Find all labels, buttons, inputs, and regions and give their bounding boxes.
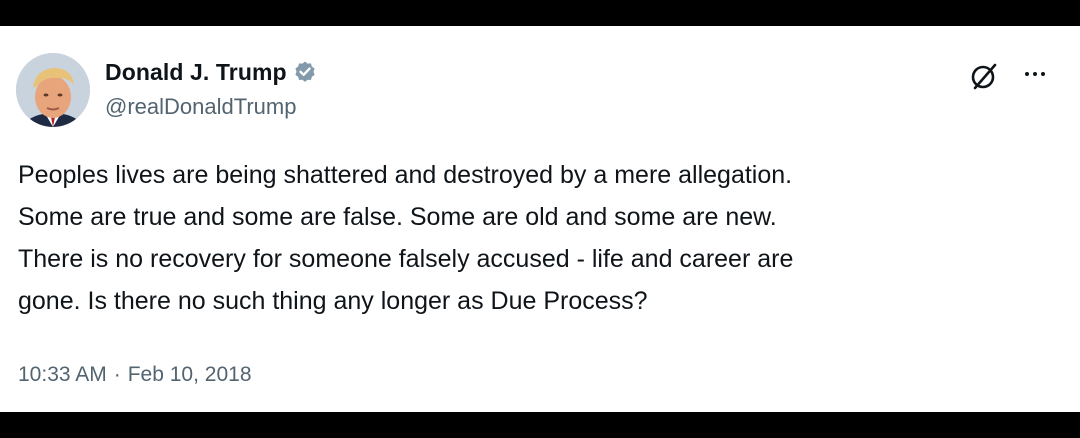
tweet-date[interactable]: Feb 10, 2018 [128, 363, 252, 387]
verified-badge-icon[interactable] [293, 60, 317, 84]
more-dot [1041, 72, 1045, 76]
tweet-text-line: There is no recovery for someone falsely… [18, 245, 794, 273]
tweet-card: Donald J. Trump @realDonaldTrump Peoples… [0, 26, 1080, 412]
tweet-time[interactable]: 10:33 AM [18, 363, 107, 387]
avatar[interactable] [16, 53, 90, 127]
tweet-text: Peoples lives are being shattered and de… [18, 154, 1058, 322]
grok-icon[interactable] [968, 60, 1000, 92]
author-handle[interactable]: @realDonaldTrump [105, 94, 296, 120]
tweet-text-line: Some are true and some are false. Some a… [18, 203, 777, 231]
display-name[interactable]: Donald J. Trump [105, 59, 287, 86]
author-name-row: Donald J. Trump [105, 57, 317, 87]
more-dot [1025, 72, 1029, 76]
meta-separator: · [113, 363, 121, 386]
more-options-icon[interactable] [1020, 62, 1050, 86]
more-dot [1033, 72, 1037, 76]
tweet-timestamp[interactable]: 10:33 AM · Feb 10, 2018 [18, 363, 252, 387]
avatar-image [16, 53, 90, 127]
tweet-text-line: gone. Is there no such thing any longer … [18, 287, 648, 315]
tweet-text-line: Peoples lives are being shattered and de… [18, 161, 793, 189]
